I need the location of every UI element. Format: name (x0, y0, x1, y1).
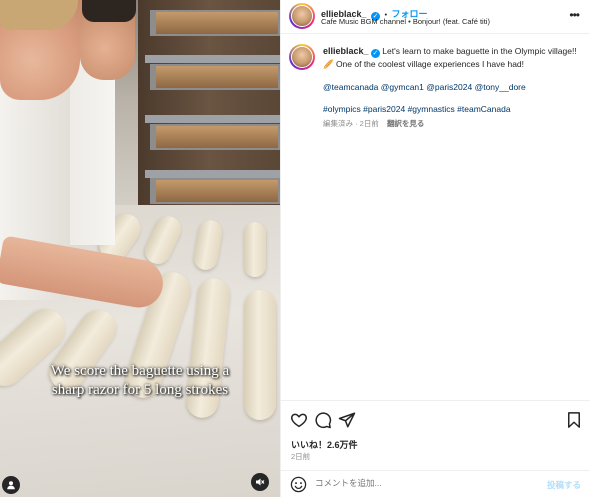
comment-icon[interactable] (314, 411, 332, 429)
action-bar: いいね！2.6万件 2日前 (281, 400, 590, 470)
dough-loaf (244, 222, 266, 277)
emoji-icon[interactable] (290, 476, 307, 493)
video-subtitle: We score the baguette using a sharp razo… (20, 362, 260, 400)
caption-mentions[interactable]: @teamcanada @gymcan1 @paris2024 @tony__d… (323, 81, 581, 93)
tagged-users-button[interactable] (2, 476, 20, 494)
video-subtitle-line: We score the baguette using a (50, 363, 230, 379)
post-date: 2日前 (291, 452, 311, 461)
reel-video[interactable]: We score the baguette using a sharp razo… (0, 0, 280, 497)
caption-text-block: ellieblack_ ✓ Let's learn to make baguet… (323, 45, 581, 70)
oven-door (150, 178, 280, 204)
post-caption: ellieblack_ ✓ Let's learn to make baguet… (323, 45, 581, 130)
oven-rail (145, 55, 280, 63)
see-translation-link[interactable]: 翻訳を見る (387, 119, 425, 128)
person-background-hair (82, 0, 136, 22)
post-comment-button[interactable]: 投稿する (547, 479, 581, 491)
heart-icon[interactable] (290, 411, 308, 429)
speaker-muted-icon (256, 478, 265, 486)
caption-avatar[interactable] (289, 44, 315, 70)
person-icon (7, 481, 15, 490)
edited-timestamp: 編集済み · 2日前 (323, 119, 379, 128)
oven-rail (145, 115, 280, 123)
audio-link[interactable]: Cafe Music BGM channel • Bonjour! (feat.… (321, 17, 490, 26)
post-header: ellieblack_ ✓ • フォロー Cafe Music BGM chan… (281, 0, 590, 34)
verified-badge-icon: ✓ (370, 49, 380, 58)
oven-rail (145, 170, 280, 178)
comment-composer: 投稿する (281, 470, 590, 497)
oven-door (150, 124, 280, 150)
caption-username-link[interactable]: ellieblack_ (323, 46, 369, 56)
oven-door (150, 10, 280, 36)
likes-count[interactable]: いいね！2.6万件 (291, 438, 358, 451)
avatar[interactable] (289, 3, 315, 29)
mute-button[interactable] (251, 473, 269, 491)
oven-door (150, 64, 280, 90)
share-icon[interactable] (338, 411, 356, 429)
caption-meta: 編集済み · 2日前 翻訳を見る (323, 118, 581, 130)
dough-loaf (244, 290, 276, 420)
post-side-panel: ellieblack_ ✓ • フォロー Cafe Music BGM chan… (280, 0, 590, 497)
video-subtitle-line: sharp razor for 5 long strokes (51, 382, 229, 398)
comment-input[interactable] (315, 478, 515, 488)
bookmark-icon[interactable] (565, 411, 583, 429)
caption-hashtags[interactable]: #olympics #paris2024 #gymnastics #teamCa… (323, 103, 581, 115)
more-options-icon[interactable]: ••• (569, 8, 580, 22)
